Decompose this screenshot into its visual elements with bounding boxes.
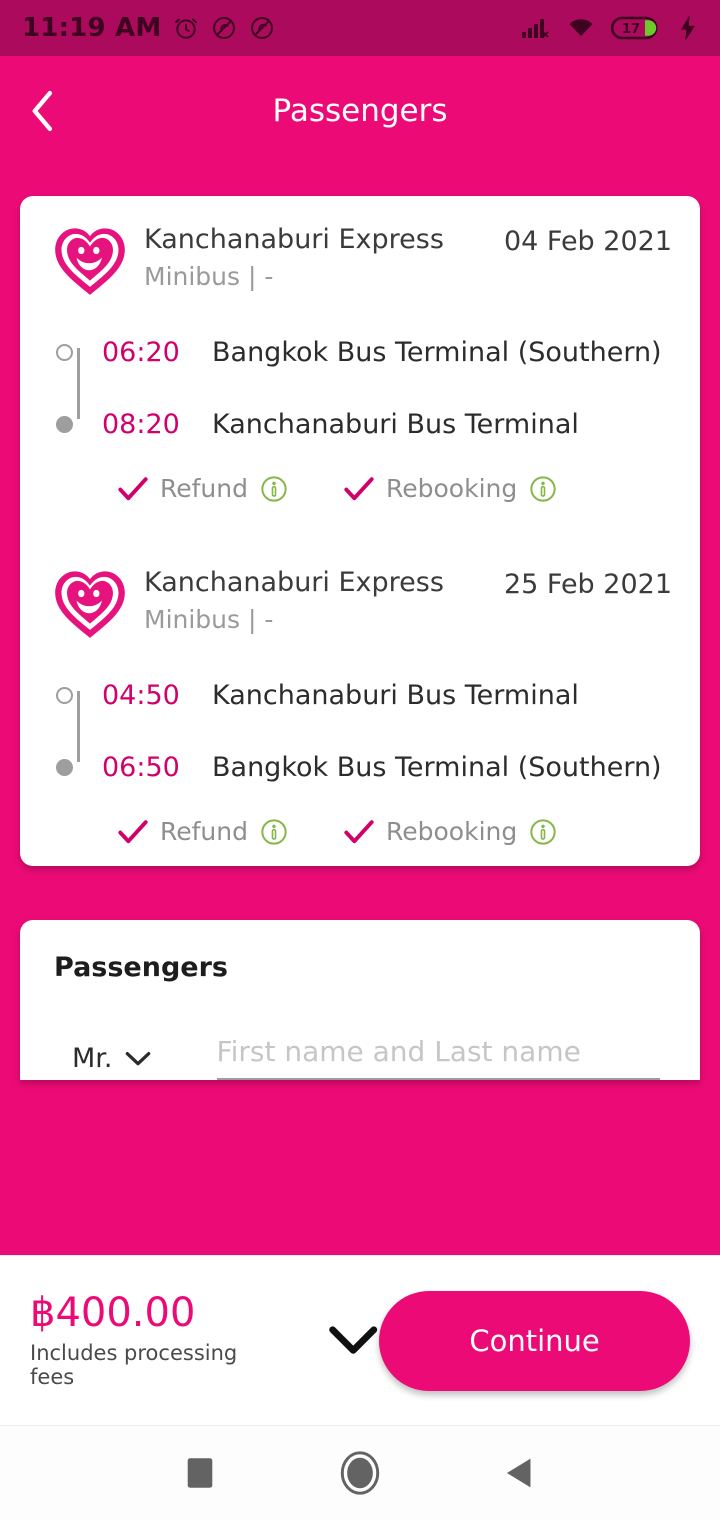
triangle-back-icon bbox=[506, 1458, 531, 1488]
leg-place: Bangkok Bus Terminal (Southern) bbox=[212, 336, 662, 368]
passenger-row: Mr. First name and Last name bbox=[20, 983, 700, 1080]
trip-date: 04 Feb 2021 bbox=[503, 226, 672, 257]
status-bar-right: 17 bbox=[521, 14, 698, 42]
total-price: ฿400.00 bbox=[30, 1290, 196, 1336]
destination-dot-icon bbox=[50, 758, 78, 776]
battery-icon: 17 bbox=[611, 16, 658, 40]
perk-refund: Refund bbox=[118, 817, 288, 846]
perk-rebooking: Rebooking bbox=[344, 474, 557, 503]
smiley-heart-logo bbox=[55, 228, 125, 295]
leg-time: 06:20 bbox=[102, 336, 180, 368]
alarm-icon bbox=[175, 18, 198, 39]
continue-button[interactable]: Continue bbox=[379, 1290, 690, 1391]
trip-leg-destination: 08:20 Kanchanaburi Bus Terminal bbox=[50, 402, 700, 446]
info-icon[interactable] bbox=[260, 475, 288, 503]
trip-header: Kanchanaburi Express Minibus | - 25 Feb … bbox=[20, 561, 700, 641]
battery-level-text: 17 bbox=[622, 22, 640, 37]
trip-operator: Kanchanaburi Express bbox=[144, 224, 444, 255]
trip-perks: Refund Rebooking bbox=[20, 474, 700, 503]
origin-dot-icon bbox=[50, 343, 78, 361]
trip-date: 25 Feb 2021 bbox=[503, 569, 672, 600]
trip-leg-destination: 06:50 Bangkok Bus Terminal (Southern) bbox=[50, 745, 700, 789]
perk-rebooking: Rebooking bbox=[344, 817, 557, 846]
trip-header: Kanchanaburi Express Minibus | - 04 Feb … bbox=[20, 218, 700, 298]
perk-refund: Refund bbox=[118, 474, 288, 503]
info-icon[interactable] bbox=[529, 475, 557, 503]
leg-time: 06:50 bbox=[102, 751, 180, 783]
passengers-card: Passengers Mr. First name and Last name bbox=[20, 920, 700, 1080]
perk-label: Refund bbox=[160, 474, 248, 503]
trip-item: Kanchanaburi Express Minibus | - 04 Feb … bbox=[20, 218, 700, 503]
chevron-down-icon bbox=[125, 1051, 150, 1065]
status-bar-clock: 11:19 AM bbox=[22, 13, 162, 43]
leg-place: Bangkok Bus Terminal (Southern) bbox=[212, 751, 662, 783]
price-note: Includes processing fees bbox=[30, 1341, 238, 1389]
home-button[interactable] bbox=[315, 1426, 405, 1520]
chevron-left-icon bbox=[32, 90, 53, 132]
info-icon[interactable] bbox=[529, 818, 557, 846]
perk-label: Rebooking bbox=[386, 474, 518, 503]
trip-vehicle: Minibus | - bbox=[144, 262, 274, 292]
scroll-content[interactable]: Kanchanaburi Express Minibus | - 04 Feb … bbox=[0, 166, 720, 1255]
recents-button[interactable] bbox=[155, 1426, 245, 1520]
back-button[interactable] bbox=[0, 56, 86, 166]
trip-operator: Kanchanaburi Express bbox=[144, 567, 444, 598]
charging-bolt-icon bbox=[681, 15, 695, 41]
status-bar-left: 11:19 AM bbox=[22, 13, 275, 43]
check-icon bbox=[344, 476, 374, 500]
origin-dot-icon bbox=[50, 686, 78, 704]
android-navigation-bar bbox=[0, 1425, 720, 1520]
page-title: Passengers bbox=[272, 93, 448, 129]
trip-leg-origin: 06:20 Bangkok Bus Terminal (Southern) bbox=[50, 330, 700, 374]
app-header: Passengers bbox=[0, 56, 720, 166]
smiley-heart-logo bbox=[55, 571, 125, 638]
perk-label: Refund bbox=[160, 817, 248, 846]
status-bar: 11:19 AM 17 bbox=[0, 0, 720, 56]
passenger-title-select[interactable]: Mr. bbox=[72, 1043, 151, 1080]
leg-time: 08:20 bbox=[102, 408, 180, 440]
trip-item: Kanchanaburi Express Minibus | - 25 Feb … bbox=[20, 561, 700, 846]
check-icon bbox=[118, 476, 148, 500]
wifi-icon bbox=[569, 19, 593, 37]
price-summary: ฿400.00 Includes processing fees bbox=[30, 1292, 281, 1389]
leg-place: Kanchanaburi Bus Terminal bbox=[212, 679, 579, 711]
leg-place: Kanchanaburi Bus Terminal bbox=[212, 408, 579, 440]
square-icon bbox=[187, 1458, 213, 1488]
trip-legs: 06:20 Bangkok Bus Terminal (Southern) 08… bbox=[20, 330, 700, 446]
passenger-title-value: Mr. bbox=[72, 1043, 113, 1074]
price-expand-chevron-down-icon[interactable] bbox=[327, 1323, 379, 1359]
back-nav-button[interactable] bbox=[475, 1426, 565, 1520]
passenger-name-input[interactable]: First name and Last name bbox=[216, 1035, 660, 1080]
silent-icon bbox=[213, 17, 236, 39]
destination-dot-icon bbox=[50, 415, 78, 433]
app-screen: 11:19 AM 17 Passengers Kanchanaburi Expr… bbox=[0, 0, 720, 1520]
trip-leg-origin: 04:50 Kanchanaburi Bus Terminal bbox=[50, 673, 700, 717]
check-icon bbox=[344, 819, 374, 843]
bottom-summary-bar: ฿400.00 Includes processing fees Continu… bbox=[0, 1255, 720, 1425]
leg-time: 04:50 bbox=[102, 679, 180, 711]
vibrate-off-icon bbox=[251, 17, 274, 39]
info-icon[interactable] bbox=[260, 818, 288, 846]
trip-legs: 04:50 Kanchanaburi Bus Terminal 06:50 Ba… bbox=[20, 673, 700, 789]
trip-vehicle: Minibus | - bbox=[144, 605, 274, 635]
passengers-section-title: Passengers bbox=[54, 952, 228, 983]
passenger-name-placeholder: First name and Last name bbox=[216, 1035, 581, 1068]
check-icon bbox=[118, 819, 148, 843]
trips-card: Kanchanaburi Express Minibus | - 04 Feb … bbox=[20, 196, 700, 866]
cellular-signal-icon bbox=[522, 19, 549, 38]
trip-names: Kanchanaburi Express Minibus | - bbox=[144, 218, 444, 291]
perk-label: Rebooking bbox=[386, 817, 518, 846]
circle-icon bbox=[340, 1451, 380, 1495]
trip-names: Kanchanaburi Express Minibus | - bbox=[144, 561, 444, 634]
trip-perks: Refund Rebooking bbox=[20, 817, 700, 846]
